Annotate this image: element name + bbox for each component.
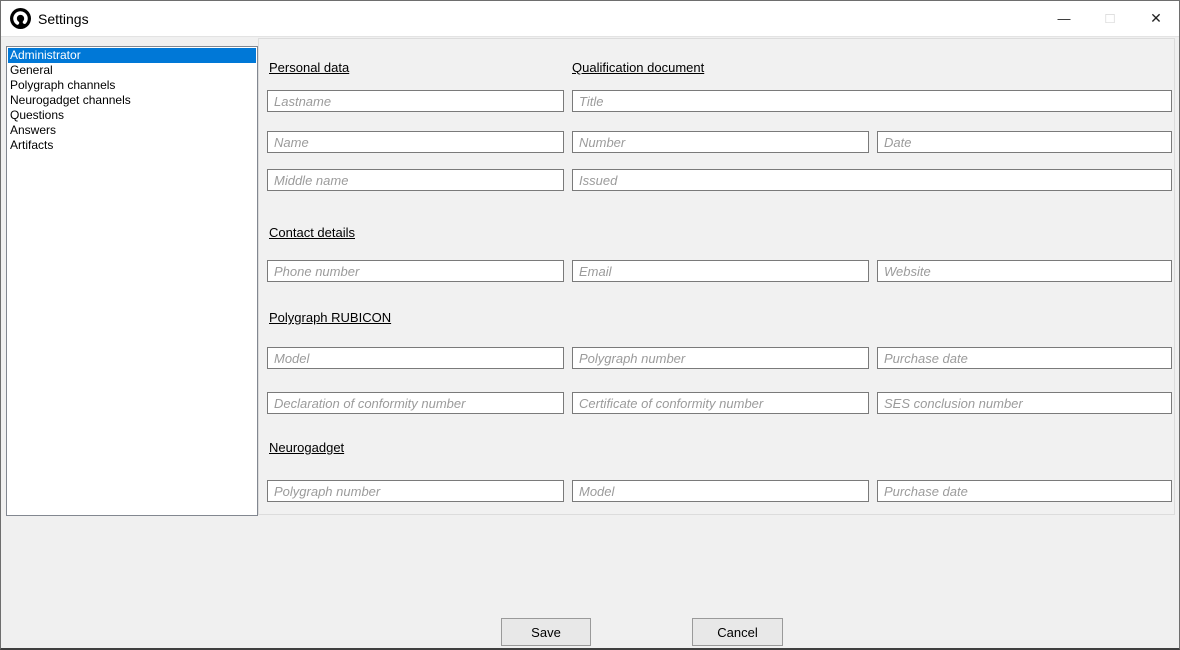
- qualification-title-field[interactable]: [572, 90, 1172, 112]
- settings-form-panel: Personal data Qualification document Con…: [258, 38, 1175, 515]
- settings-nav-list: Administrator General Polygraph channels…: [6, 46, 258, 516]
- ses-conclusion-field[interactable]: [877, 392, 1172, 414]
- window-title: Settings: [38, 11, 89, 27]
- declaration-conformity-field[interactable]: [267, 392, 564, 414]
- cancel-button[interactable]: Cancel: [692, 618, 783, 646]
- qualification-document-heading: Qualification document: [572, 60, 704, 75]
- middle-name-field[interactable]: [267, 169, 564, 191]
- neurogadget-heading: Neurogadget: [269, 440, 344, 455]
- rubicon-logo-icon: [10, 8, 31, 29]
- polygraph-number-field[interactable]: [572, 347, 869, 369]
- sidebar-item-questions[interactable]: Questions: [8, 108, 256, 123]
- close-icon: ✕: [1150, 10, 1162, 27]
- close-button[interactable]: ✕: [1133, 1, 1179, 36]
- minimize-button[interactable]: —: [1041, 1, 1087, 36]
- polygraph-purchase-date-field[interactable]: [877, 347, 1172, 369]
- maximize-button[interactable]: □: [1087, 1, 1133, 36]
- sidebar-item-artifacts[interactable]: Artifacts: [8, 138, 256, 153]
- settings-window: Settings — □ ✕ Administrator General Pol…: [0, 0, 1180, 650]
- save-button[interactable]: Save: [501, 618, 591, 646]
- neurogadget-purchase-date-field[interactable]: [877, 480, 1172, 502]
- sidebar-item-answers[interactable]: Answers: [8, 123, 256, 138]
- minimize-icon: —: [1058, 11, 1071, 26]
- sidebar-item-polygraph-channels[interactable]: Polygraph channels: [8, 78, 256, 93]
- qualification-issued-field[interactable]: [572, 169, 1172, 191]
- sidebar-item-general[interactable]: General: [8, 63, 256, 78]
- window-controls: — □ ✕: [1041, 1, 1179, 36]
- certificate-conformity-field[interactable]: [572, 392, 869, 414]
- phone-number-field[interactable]: [267, 260, 564, 282]
- email-field[interactable]: [572, 260, 869, 282]
- sidebar-item-administrator[interactable]: Administrator: [8, 48, 256, 63]
- title-bar: Settings — □ ✕: [1, 1, 1179, 37]
- qualification-date-field[interactable]: [877, 131, 1172, 153]
- neurogadget-polygraph-number-field[interactable]: [267, 480, 564, 502]
- lastname-field[interactable]: [267, 90, 564, 112]
- contact-details-heading: Contact details: [269, 225, 355, 240]
- maximize-icon: □: [1105, 10, 1114, 27]
- qualification-number-field[interactable]: [572, 131, 869, 153]
- polygraph-model-field[interactable]: [267, 347, 564, 369]
- polygraph-rubicon-heading: Polygraph RUBICON: [269, 310, 391, 325]
- personal-data-heading: Personal data: [269, 60, 349, 75]
- name-field[interactable]: [267, 131, 564, 153]
- website-field[interactable]: [877, 260, 1172, 282]
- sidebar-item-neurogadget-channels[interactable]: Neurogadget channels: [8, 93, 256, 108]
- neurogadget-model-field[interactable]: [572, 480, 869, 502]
